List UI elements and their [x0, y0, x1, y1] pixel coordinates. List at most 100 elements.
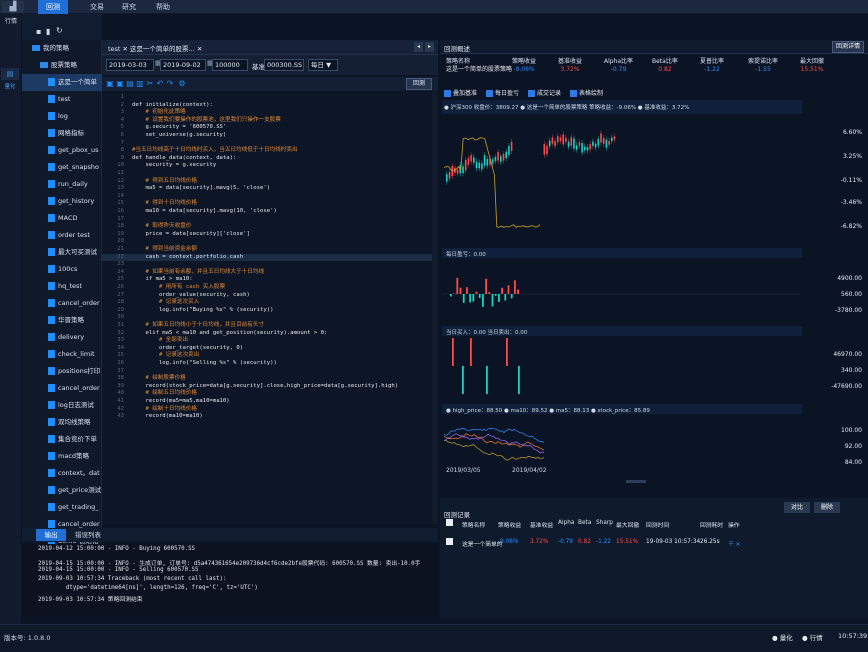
- capital-input[interactable]: 100000: [212, 59, 248, 71]
- file-icon: [48, 333, 55, 341]
- undo-icon[interactable]: ↶: [156, 79, 164, 88]
- tree-file-item[interactable]: run_daily: [22, 176, 102, 193]
- line-number: 7: [120, 139, 124, 146]
- tree-file-item[interactable]: 集合竞价下单: [22, 431, 102, 448]
- folder-icon: [32, 45, 40, 51]
- code-text: # 用所有 cash 买入股票: [132, 284, 226, 290]
- row-checkbox[interactable]: [446, 538, 453, 545]
- output-tab[interactable]: 输出: [36, 529, 66, 541]
- candle-body: [554, 141, 556, 147]
- backtest-chart[interactable]: ● 沪深300 收盘价：3809.27 ● 这是一个简单的股票策略 策略收益：-…: [440, 98, 868, 478]
- save-icon[interactable]: ▣: [106, 79, 114, 88]
- rail-quant-label[interactable]: 量化: [1, 82, 19, 90]
- frequency-select[interactable]: 每日 ▼: [308, 59, 338, 71]
- overlay-benchmark-checkbox[interactable]: 叠加基准: [444, 88, 477, 97]
- tree-file-item[interactable]: order test: [22, 227, 102, 244]
- copy-icon[interactable]: ▤: [126, 79, 134, 88]
- tree-file-item[interactable]: get_pbox_us: [22, 142, 102, 159]
- table-draw-checkbox[interactable]: 表格绘制: [570, 88, 603, 97]
- backtest-detail-button[interactable]: 回测详情: [832, 41, 864, 53]
- code-scrollbar[interactable]: [432, 92, 438, 524]
- menu-research[interactable]: 研究: [114, 0, 144, 14]
- code-line: 31 # 如果五日均线小于十日均线，并且目前有头寸: [102, 322, 432, 330]
- editor-tab[interactable]: test ✕ 这是一个简单的股票... ✕: [108, 43, 202, 53]
- tree-file-item[interactable]: log日志测试: [22, 397, 102, 414]
- tree-file-item[interactable]: cancel_order: [22, 295, 102, 312]
- tree-file-item[interactable]: 网格指标: [22, 125, 102, 142]
- settings-icon[interactable]: ⚙: [178, 79, 186, 88]
- prev-tab-icon[interactable]: ◂: [414, 42, 423, 52]
- save-as-icon[interactable]: ▣: [116, 79, 124, 88]
- tree-file-item[interactable]: 100cs: [22, 261, 102, 278]
- trade-bar: [452, 338, 454, 366]
- candle-body: [462, 166, 464, 174]
- next-tab-icon[interactable]: ▸: [425, 42, 434, 52]
- file-icon: [48, 95, 55, 103]
- tree-file-label: get_snapsho: [58, 163, 100, 171]
- tree-file-item[interactable]: get_snapsho: [22, 159, 102, 176]
- tree-file-item[interactable]: hq_test: [22, 278, 102, 295]
- tree-file-item[interactable]: get_history: [22, 193, 102, 210]
- tree-file-item[interactable]: macd策略: [22, 448, 102, 465]
- tree-file-item[interactable]: positions打印: [22, 363, 102, 380]
- code-line: 9 def handle_data(context, data):: [102, 155, 432, 163]
- code-text: order_target(security, 0): [132, 344, 244, 351]
- tree-file-label: hq_test: [58, 282, 82, 290]
- tree-file-item[interactable]: test: [22, 91, 102, 108]
- line-number: 23: [117, 261, 124, 268]
- redo-icon[interactable]: ↷: [166, 79, 174, 88]
- file-icon: [48, 401, 55, 409]
- benchmark-input[interactable]: 000300.SS: [264, 59, 304, 71]
- tree-file-item[interactable]: get_trading_: [22, 499, 102, 516]
- tree-file-item[interactable]: check_limit: [22, 346, 102, 363]
- select-all-checkbox[interactable]: [446, 519, 453, 526]
- menu-backtest[interactable]: 回测: [38, 0, 68, 14]
- trade-records-checkbox[interactable]: 成交记录: [528, 88, 561, 97]
- end-date-input[interactable]: 2019-09-02: [160, 59, 206, 71]
- paste-icon[interactable]: ▥: [136, 79, 144, 88]
- table-cell[interactable]: 〒 ✕: [728, 539, 741, 548]
- menu-trade[interactable]: 交易: [82, 0, 112, 14]
- log-line: dtype='datetime64[ns]', length=126, freq…: [38, 585, 258, 591]
- rail-tab-market[interactable]: 行情: [0, 16, 22, 25]
- line-number: 26: [117, 284, 124, 290]
- tree-root-folder[interactable]: 我的策略: [22, 40, 102, 57]
- tree-stock-folder[interactable]: 股票策略: [22, 57, 102, 74]
- tree-file-label: log: [58, 112, 68, 120]
- line-number: 43: [117, 413, 124, 420]
- delete-button[interactable]: 删除: [814, 502, 840, 513]
- tree-file-item[interactable]: 最大可买测试: [22, 244, 102, 261]
- table-cell: 26.25s: [700, 539, 720, 545]
- backtest-params: 2019-03-03 ▦ 2019-09-02 ▦ 100000 基准 0003…: [102, 55, 438, 75]
- compare-button[interactable]: 对比: [784, 502, 810, 513]
- start-date-input[interactable]: 2019-03-03: [106, 59, 154, 71]
- tree-file-item[interactable]: 华晋策略: [22, 312, 102, 329]
- tree-file-item[interactable]: 这是一个简单: [22, 74, 102, 91]
- delete-icon[interactable]: ▮: [46, 27, 50, 36]
- rail-market-icon[interactable]: ▤: [1, 68, 19, 80]
- tree-file-item[interactable]: context。dat: [22, 465, 102, 482]
- menu-help[interactable]: 帮助: [148, 0, 178, 14]
- error-list-tab[interactable]: 错误列表: [72, 529, 104, 541]
- candle-body: [456, 170, 459, 174]
- candle-body: [592, 141, 594, 146]
- refresh-icon[interactable]: ↻: [56, 26, 63, 35]
- tree-file-item[interactable]: MACD: [22, 210, 102, 227]
- add-file-icon[interactable]: ▪: [36, 27, 41, 36]
- tree-file-item[interactable]: get_price测试: [22, 482, 102, 499]
- cut-icon[interactable]: ✂: [146, 79, 154, 88]
- code-editor[interactable]: 1 2 def initialize(context): 3 # 初始化此策略 4 # …: [102, 92, 438, 524]
- chart-scrollbar[interactable]: [440, 478, 868, 498]
- tree-file-item[interactable]: delivery: [22, 329, 102, 346]
- y-axis-label: -6.82%: [841, 223, 863, 230]
- tree-file-item[interactable]: 双均线策略: [22, 414, 102, 431]
- code-line: 21 # 得到当前资金余额: [102, 246, 432, 254]
- scroll-thumb[interactable]: [626, 480, 646, 483]
- candle-body: [562, 134, 564, 145]
- line-number: 4: [120, 116, 124, 123]
- tree-file-item[interactable]: log: [22, 108, 102, 125]
- code-text: price = data[security]['close']: [132, 230, 250, 237]
- tree-file-item[interactable]: cancel_order: [22, 380, 102, 397]
- run-backtest-button[interactable]: 回测: [406, 78, 432, 90]
- daily-pnl-checkbox[interactable]: 每日盈亏: [486, 88, 519, 97]
